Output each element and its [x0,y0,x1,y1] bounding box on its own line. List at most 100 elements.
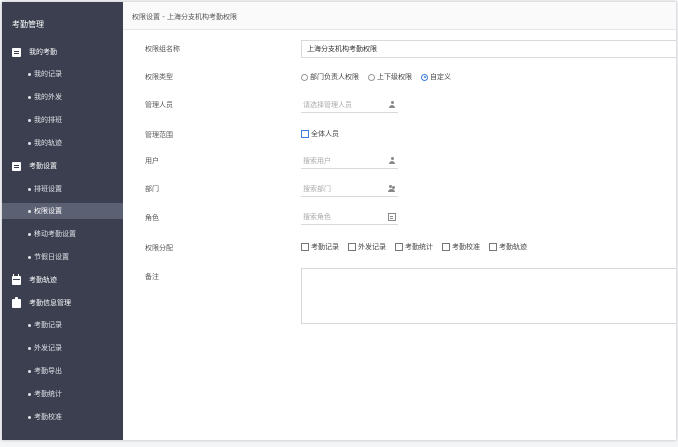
bullet-icon [28,232,31,236]
checkbox[interactable] [395,243,403,251]
role-placeholder: 搜索角色 [303,213,331,221]
sidebar-item-my-schedule[interactable]: 我的排班 [2,112,123,128]
sidebar-item-label: 考勤统计 [34,390,62,398]
dept-search-input[interactable]: 搜索部门 [301,182,398,197]
sidebar-group-my-attendance[interactable]: 我的考勤 [12,45,57,59]
permission-type-label: 权限类型 [145,73,173,81]
sidebar-item-label: 我的记录 [34,70,62,78]
users-label: 用户 [145,157,159,165]
role-label: 角色 [145,214,159,222]
managers-placeholder: 请选择管理人员 [303,101,352,109]
main-content: 权限设置 - 上海分支机构考勤权限 权限组名称 上海分支机构考勤权限 权限类型 … [123,2,676,440]
sidebar-item-schedule-settings[interactable]: 排班设置 [2,181,123,197]
sidebar-item-outing-records[interactable]: 外发记录 [2,340,123,356]
bullet-icon [28,392,31,396]
bullet-icon [28,72,31,76]
role-search-input[interactable]: 搜索角色 [301,210,398,225]
sidebar-item-attendance-stats[interactable]: 考勤统计 [2,386,123,402]
checkbox[interactable] [301,130,309,138]
sidebar-item-label: 考勤导出 [34,367,62,375]
assign-checkbox-records[interactable]: 考勤记录 [301,242,339,252]
bullet-icon [28,118,31,122]
sidebar-item-my-track[interactable]: 我的轨迹 [2,135,123,151]
sidebar-group-attendance-track[interactable]: 考勤轨迹 [12,273,57,287]
radio-circle-selected[interactable] [421,73,428,81]
assign-checkbox-stats[interactable]: 考勤统计 [395,242,433,252]
id-card-icon[interactable] [388,213,396,221]
checkbox-label: 全体人员 [311,130,339,138]
assign-checkbox-outings[interactable]: 外发记录 [348,242,386,252]
calendar-icon [12,273,21,285]
bullet-icon [28,323,31,327]
assign-checkbox-calibration[interactable]: 考勤校准 [442,242,480,252]
sidebar-group-attendance-info[interactable]: 考勤信息管理 [12,296,71,310]
sidebar-item-label: 排班设置 [34,185,62,193]
sidebar-item-mobile-settings[interactable]: 移动考勤设置 [2,226,123,242]
group-name-input[interactable]: 上海分支机构考勤权限 [301,40,676,58]
radio-label: 上下级权限 [377,73,412,81]
sidebar-item-attendance-calibration[interactable]: 考勤校准 [2,409,123,425]
sidebar-group-label: 我的考勤 [29,48,57,56]
bullet-icon [28,415,31,419]
checkbox-label: 外发记录 [358,243,386,251]
dept-placeholder: 搜索部门 [303,185,331,193]
checkbox-label: 考勤统计 [405,243,433,251]
assign-checkbox-track[interactable]: 考勤轨迹 [489,242,527,252]
scope-all-checkbox[interactable]: 全体人员 [301,129,339,139]
checkbox[interactable] [301,243,309,251]
sidebar-item-attendance-records[interactable]: 考勤记录 [2,317,123,333]
sidebar-item-label: 外发记录 [34,344,62,352]
remark-label: 备注 [145,273,159,281]
remark-textarea[interactable] [301,268,676,324]
app-window: 考勤管理 我的考勤 我的记录 我的外发 我的排班 我的轨迹 考勤设置 排班设置 … [2,2,676,440]
sidebar-group-label: 考勤轨迹 [29,276,57,284]
sidebar-item-label: 我的外发 [34,93,62,101]
user-icon[interactable] [388,157,396,165]
sidebar-item-label: 考勤记录 [34,321,62,329]
checkbox[interactable] [489,243,497,251]
assign-label: 权限分配 [145,244,173,252]
managers-input[interactable]: 请选择管理人员 [301,98,398,113]
sidebar-title: 考勤管理 [12,20,44,29]
radio-dept-head[interactable]: 部门负责人权限 [301,72,359,82]
checkbox[interactable] [442,243,450,251]
checkbox[interactable] [348,243,356,251]
scope-label: 管理范围 [145,131,173,139]
group-name-label: 权限组名称 [145,45,180,53]
managers-label: 管理人员 [145,101,173,109]
dept-label: 部门 [145,185,159,193]
radio-superior-subordinate[interactable]: 上下级权限 [368,72,412,82]
radio-circle[interactable] [301,73,308,81]
users-search-input[interactable]: 搜索用户 [301,154,398,169]
group-icon[interactable] [388,185,396,193]
radio-circle[interactable] [368,73,375,81]
radio-label: 自定义 [430,73,451,81]
permission-type-radio-group: 部门负责人权限 上下级权限 自定义 [301,72,460,82]
bullet-icon [28,255,31,259]
checkbox-label: 考勤轨迹 [499,243,527,251]
bullet-icon [28,95,31,99]
sidebar: 考勤管理 我的考勤 我的记录 我的外发 我的排班 我的轨迹 考勤设置 排班设置 … [2,2,123,440]
sidebar-item-label: 权限设置 [34,207,62,215]
sidebar-item-permission-settings[interactable]: 权限设置 [2,203,123,219]
sidebar-item-my-records[interactable]: 我的记录 [2,66,123,82]
sidebar-item-label: 考勤校准 [34,413,62,421]
sidebar-item-holiday-settings[interactable]: 节假日设置 [2,249,123,265]
bullet-icon [28,346,31,350]
group-name-value: 上海分支机构考勤权限 [307,45,377,53]
sidebar-group-attendance-settings[interactable]: 考勤设置 [12,159,57,173]
breadcrumb: 权限设置 - 上海分支机构考勤权限 [132,13,237,21]
bullet-icon [28,209,31,213]
user-icon[interactable] [388,101,396,109]
sidebar-item-my-outings[interactable]: 我的外发 [2,89,123,105]
radio-custom[interactable]: 自定义 [421,72,451,82]
bullet-icon [28,187,31,191]
document-icon [12,161,21,171]
users-placeholder: 搜索用户 [303,157,331,165]
topbar: 权限设置 - 上海分支机构考勤权限 [123,2,676,30]
sidebar-group-label: 考勤设置 [29,162,57,170]
sidebar-group-label: 考勤信息管理 [29,299,71,307]
document-icon [12,47,21,57]
sidebar-item-attendance-export[interactable]: 考勤导出 [2,363,123,379]
radio-label: 部门负责人权限 [310,73,359,81]
